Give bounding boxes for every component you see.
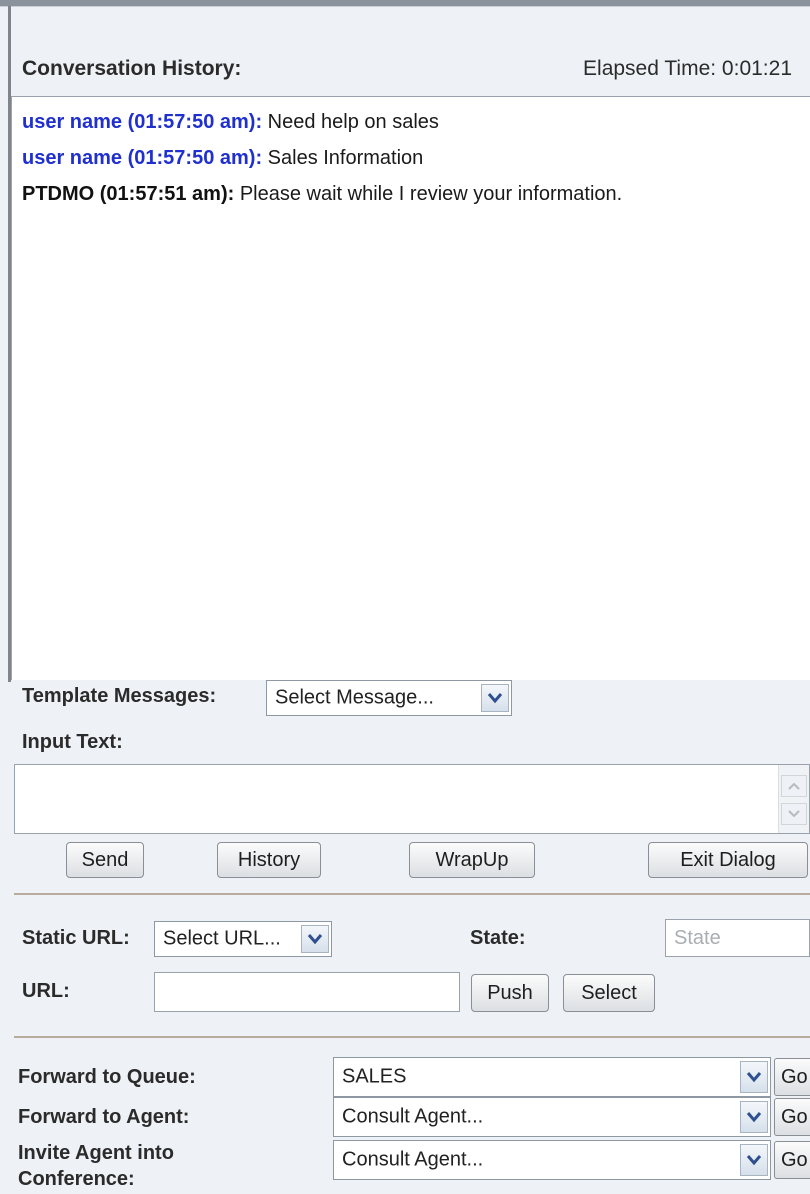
forward-agent-select[interactable]: Consult Agent... xyxy=(333,1097,771,1137)
input-scrollbar[interactable] xyxy=(778,765,809,833)
input-text-label: Input Text: xyxy=(22,731,123,753)
static-url-label: Static URL: xyxy=(22,927,130,949)
message-text: Sales Information xyxy=(262,147,424,169)
scroll-down-arrow-icon[interactable] xyxy=(781,803,807,825)
forward-agent-value: Consult Agent... xyxy=(342,1105,484,1128)
divider xyxy=(14,893,810,895)
message-item: PTDMO (01:57:51 am): Please wait while I… xyxy=(22,183,622,206)
chevron-down-icon[interactable] xyxy=(301,925,329,953)
message-item: user name (01:57:50 am): Sales Informati… xyxy=(22,147,423,170)
invite-agent-label-line2: Conference: xyxy=(18,1168,135,1190)
elapsed-time: Elapsed Time: 0:01:21 xyxy=(583,57,792,80)
history-button[interactable]: History xyxy=(217,842,321,878)
forward-queue-select[interactable]: SALES xyxy=(333,1057,771,1097)
forward-queue-value: SALES xyxy=(342,1065,407,1088)
chevron-down-icon[interactable] xyxy=(740,1101,768,1133)
conversation-history-pane[interactable]: user name (01:57:50 am): Need help on sa… xyxy=(11,96,810,680)
divider xyxy=(14,1036,810,1038)
state-input[interactable]: State xyxy=(665,919,810,957)
invite-agent-label: Invite Agent into Conference: xyxy=(18,1140,174,1192)
template-messages-label: Template Messages: xyxy=(22,685,217,707)
exit-dialog-button[interactable]: Exit Dialog xyxy=(648,842,808,878)
chevron-down-icon[interactable] xyxy=(740,1144,768,1176)
message-sender: PTDMO (01:57:51 am): xyxy=(22,183,235,205)
static-url-select[interactable]: Select URL... xyxy=(154,921,332,957)
invite-agent-go-button[interactable]: Go xyxy=(774,1141,810,1179)
chevron-down-icon[interactable] xyxy=(740,1061,768,1093)
invite-agent-label-line1: Invite Agent into xyxy=(18,1142,174,1164)
static-url-value: Select URL... xyxy=(163,927,281,950)
template-messages-select[interactable]: Select Message... xyxy=(266,680,512,716)
send-button[interactable]: Send xyxy=(66,842,144,878)
state-placeholder: State xyxy=(674,927,721,949)
scroll-up-arrow-icon[interactable] xyxy=(781,775,807,797)
message-text: Need help on sales xyxy=(262,111,439,133)
wrapup-button[interactable]: WrapUp xyxy=(409,842,535,878)
window-top-border xyxy=(0,0,810,7)
select-button[interactable]: Select xyxy=(563,974,655,1012)
message-text: Please wait while I review your informat… xyxy=(234,183,623,205)
forward-queue-go-button[interactable]: Go xyxy=(774,1058,810,1096)
conversation-history-label: Conversation History: xyxy=(22,57,242,80)
url-input[interactable] xyxy=(154,972,460,1012)
forward-agent-label: Forward to Agent: xyxy=(18,1106,190,1128)
url-label: URL: xyxy=(22,980,70,1002)
push-button[interactable]: Push xyxy=(471,974,549,1012)
message-sender: user name (01:57:50 am): xyxy=(22,147,263,169)
template-messages-value: Select Message... xyxy=(275,686,434,709)
forward-agent-go-button[interactable]: Go xyxy=(774,1098,810,1136)
chevron-down-icon[interactable] xyxy=(481,684,509,712)
message-sender: user name (01:57:50 am): xyxy=(22,111,263,133)
state-label: State: xyxy=(470,927,526,949)
invite-agent-value: Consult Agent... xyxy=(342,1148,484,1171)
forward-queue-label: Forward to Queue: xyxy=(18,1066,196,1088)
invite-agent-select[interactable]: Consult Agent... xyxy=(333,1140,771,1180)
message-item: user name (01:57:50 am): Need help on sa… xyxy=(22,111,439,134)
message-input[interactable] xyxy=(14,764,810,834)
